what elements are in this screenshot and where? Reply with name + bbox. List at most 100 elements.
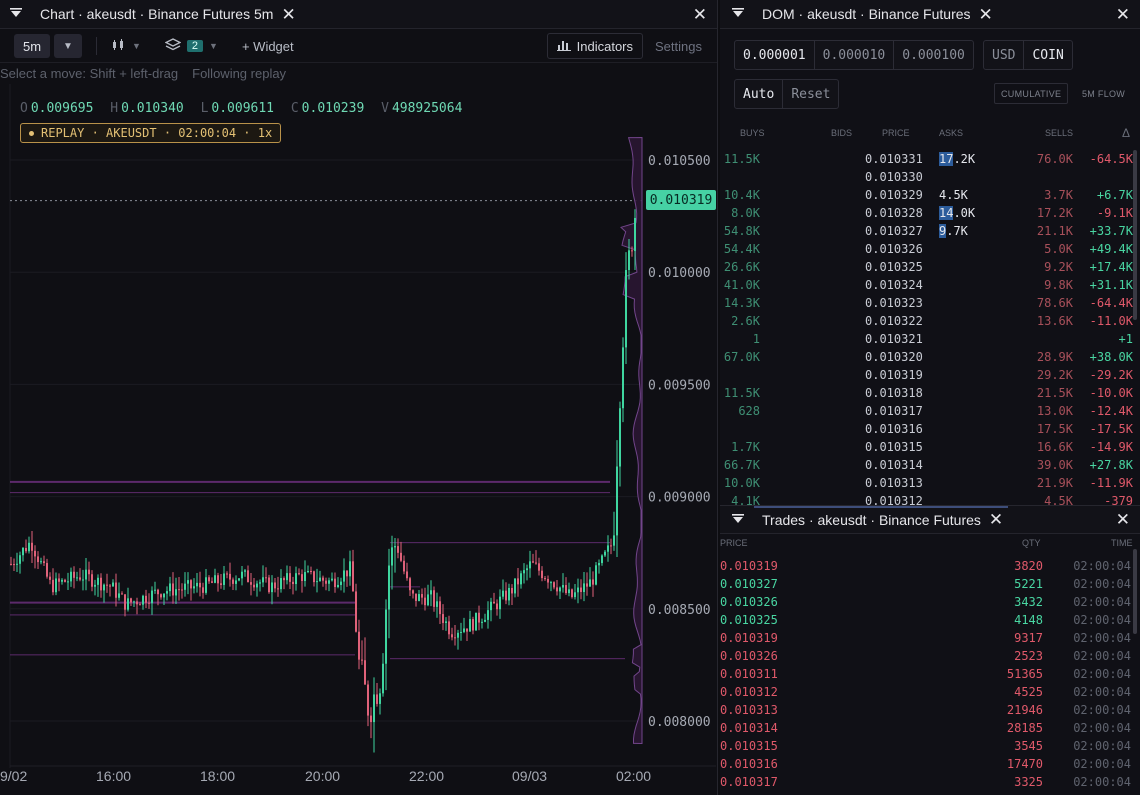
- dom-sells: 39.0K: [1036, 458, 1073, 472]
- trade-row[interactable]: 0.010319 3820 02:00:04: [720, 557, 1134, 575]
- cumulative-toggle[interactable]: CUMULATIVE: [994, 83, 1069, 104]
- chart-type-button[interactable]: ▼: [111, 34, 141, 58]
- col-bids: BIDS: [831, 128, 853, 138]
- trade-time: 02:00:04: [1073, 631, 1131, 645]
- candle-body: [439, 601, 441, 615]
- dom-row[interactable]: 8.0K 0.010328 14.0K 17.2K -9.1K: [720, 204, 1134, 222]
- dom-row[interactable]: 67.0K 0.010320 28.9K +38.0K: [720, 348, 1134, 366]
- panel-menu-chevron-icon[interactable]: [10, 7, 30, 21]
- tick-size-option[interactable]: 0.000010: [815, 41, 895, 69]
- trade-row[interactable]: 0.010314 28185 02:00:04: [720, 719, 1134, 737]
- dom-row[interactable]: 2.6K 0.010322 13.6K -11.0K: [720, 312, 1134, 330]
- close-panel-icon[interactable]: ✕: [1116, 511, 1130, 528]
- close-tab-icon[interactable]: ✕: [979, 6, 993, 23]
- add-widget-button[interactable]: + Widget: [242, 34, 294, 58]
- dom-row[interactable]: 54.8K 0.010327 9.7K 21.1K +33.7K: [720, 222, 1134, 240]
- dom-row[interactable]: 1.7K 0.010315 16.6K -14.9K: [720, 438, 1134, 456]
- trade-row[interactable]: 0.010326 2523 02:00:04: [720, 647, 1134, 665]
- close-tab-icon[interactable]: ✕: [989, 511, 1003, 528]
- candle-body: [334, 578, 336, 588]
- candle-body: [568, 589, 570, 594]
- dom-row[interactable]: 4.1K 0.010312 4.5K -379: [720, 492, 1134, 505]
- candle-body: [481, 621, 483, 623]
- dom-delta: -11.0K: [1089, 314, 1133, 328]
- unit-usd-option[interactable]: USD: [984, 41, 1025, 69]
- trade-row[interactable]: 0.010327 5221 02:00:04: [720, 575, 1134, 593]
- dom-asks-rest: .2K: [953, 152, 976, 166]
- trade-row[interactable]: 0.010316 17470 02:00:04: [720, 755, 1134, 773]
- dom-sells: 4.5K: [1044, 494, 1073, 505]
- candle-body: [115, 582, 117, 598]
- trade-qty: 3325: [1014, 775, 1043, 789]
- dom-row[interactable]: 11.5K 0.010331 17.2K 76.0K -64.5K: [720, 150, 1134, 168]
- trade-qty: 28185: [1006, 721, 1043, 735]
- price-chart[interactable]: 0.010500 0.010000 0.009500 0.009000 0.008500…: [0, 80, 718, 780]
- panel-menu-chevron-icon[interactable]: [732, 7, 752, 21]
- timeframe-dropdown-chevron-icon[interactable]: ▼: [54, 34, 82, 58]
- candle-body: [184, 583, 186, 590]
- dom-row[interactable]: 10.4K 0.010329 4.5K 3.7K +6.7K: [720, 186, 1134, 204]
- trade-row[interactable]: 0.010317 3325 02:00:04: [720, 773, 1134, 791]
- trade-row[interactable]: 0.010325 4148 02:00:04: [720, 611, 1134, 629]
- candle-body: [178, 589, 180, 591]
- tick-size-option[interactable]: 0.000001: [735, 41, 815, 69]
- auto-center-button[interactable]: Auto: [735, 80, 784, 108]
- candle-body: [391, 547, 393, 566]
- dom-row[interactable]: 11.5K 0.010318 21.5K -10.0K: [720, 384, 1134, 402]
- dom-tab-title[interactable]: DOM · akeusdt · Binance Futures: [762, 6, 971, 22]
- dom-row[interactable]: 14.3K 0.010323 78.6K -64.4K: [720, 294, 1134, 312]
- trade-row[interactable]: 0.010318 13627 02:00:04: [720, 791, 1134, 795]
- dom-row[interactable]: 26.6K 0.010325 9.2K +17.4K: [720, 258, 1134, 276]
- candle-body: [304, 572, 306, 581]
- chart-tab-title[interactable]: Chart · akeusdt · Binance Futures 5m: [40, 6, 273, 22]
- trade-row[interactable]: 0.010312 4525 02:00:04: [720, 683, 1134, 701]
- dom-row[interactable]: 0.010319 29.2K -29.2K: [720, 366, 1134, 384]
- x-tick-label: 16:00: [96, 768, 132, 784]
- layers-button[interactable]: 2 ▼: [164, 34, 218, 58]
- close-tab-icon[interactable]: ✕: [281, 6, 295, 23]
- candle-body: [469, 619, 471, 632]
- candle-body: [292, 581, 294, 585]
- trade-price: 0.010326: [720, 649, 778, 663]
- dom-row[interactable]: 628 0.010317 13.0K -12.4K: [720, 402, 1134, 420]
- settings-button[interactable]: Settings: [655, 34, 702, 58]
- trade-row[interactable]: 0.010319 9317 02:00:04: [720, 629, 1134, 647]
- candle-body: [10, 563, 12, 565]
- dom-ladder[interactable]: 11.5K 0.010331 17.2K 76.0K -64.5K 0.010330 10.…: [720, 150, 1134, 505]
- tick-size-option[interactable]: 0.000100: [894, 41, 973, 69]
- replay-badge[interactable]: REPLAY · AKEUSDT · 02:00:04 · 1x: [20, 123, 282, 143]
- reset-button[interactable]: Reset: [783, 80, 838, 108]
- dom-row[interactable]: 1 0.010321 +1: [720, 330, 1134, 348]
- close-panel-icon[interactable]: ✕: [1116, 6, 1130, 23]
- candle-body: [529, 561, 531, 569]
- dom-row[interactable]: 54.4K 0.010326 5.0K +49.4K: [720, 240, 1134, 258]
- dom-row[interactable]: 0.010330: [720, 168, 1134, 186]
- trades-tab-title[interactable]: Trades · akeusdt · Binance Futures: [762, 512, 981, 528]
- trade-price: 0.010319: [720, 631, 778, 645]
- dom-row[interactable]: 66.7K 0.010314 39.0K +27.8K: [720, 456, 1134, 474]
- dom-row[interactable]: 0.010316 17.5K -17.5K: [720, 420, 1134, 438]
- trades-scrollbar[interactable]: [1133, 549, 1137, 634]
- candle-body: [394, 546, 396, 548]
- dom-scrollbar[interactable]: [1133, 150, 1137, 320]
- trade-row[interactable]: 0.010313 21946 02:00:04: [720, 701, 1134, 719]
- indicators-button[interactable]: Indicators: [546, 33, 644, 59]
- candle-body: [187, 580, 189, 584]
- dom-buys: 66.7K: [723, 458, 760, 472]
- timeframe-button[interactable]: 5m: [14, 34, 50, 58]
- panel-menu-chevron-icon[interactable]: [732, 513, 752, 527]
- dom-panel-header: DOM · akeusdt · Binance Futures ✕ ✕: [720, 0, 1140, 29]
- trade-row[interactable]: 0.010315 3545 02:00:04: [720, 737, 1134, 755]
- close-panel-icon[interactable]: ✕: [693, 6, 707, 23]
- candle-body: [352, 561, 354, 592]
- unit-coin-option[interactable]: COIN: [1024, 41, 1071, 69]
- dom-price: 0.010323: [865, 296, 923, 310]
- ohlc-close: 0.010239: [301, 101, 365, 116]
- dom-row[interactable]: 41.0K 0.010324 9.8K +31.1K: [720, 276, 1134, 294]
- candle-body: [220, 583, 222, 585]
- dom-delta: +17.4K: [1089, 260, 1133, 274]
- flow-toggle[interactable]: 5M FLOW: [1075, 83, 1132, 104]
- trade-row[interactable]: 0.010326 3432 02:00:04: [720, 593, 1134, 611]
- trade-row[interactable]: 0.010311 51365 02:00:04: [720, 665, 1134, 683]
- dom-row[interactable]: 10.0K 0.010313 21.9K -11.9K: [720, 474, 1134, 492]
